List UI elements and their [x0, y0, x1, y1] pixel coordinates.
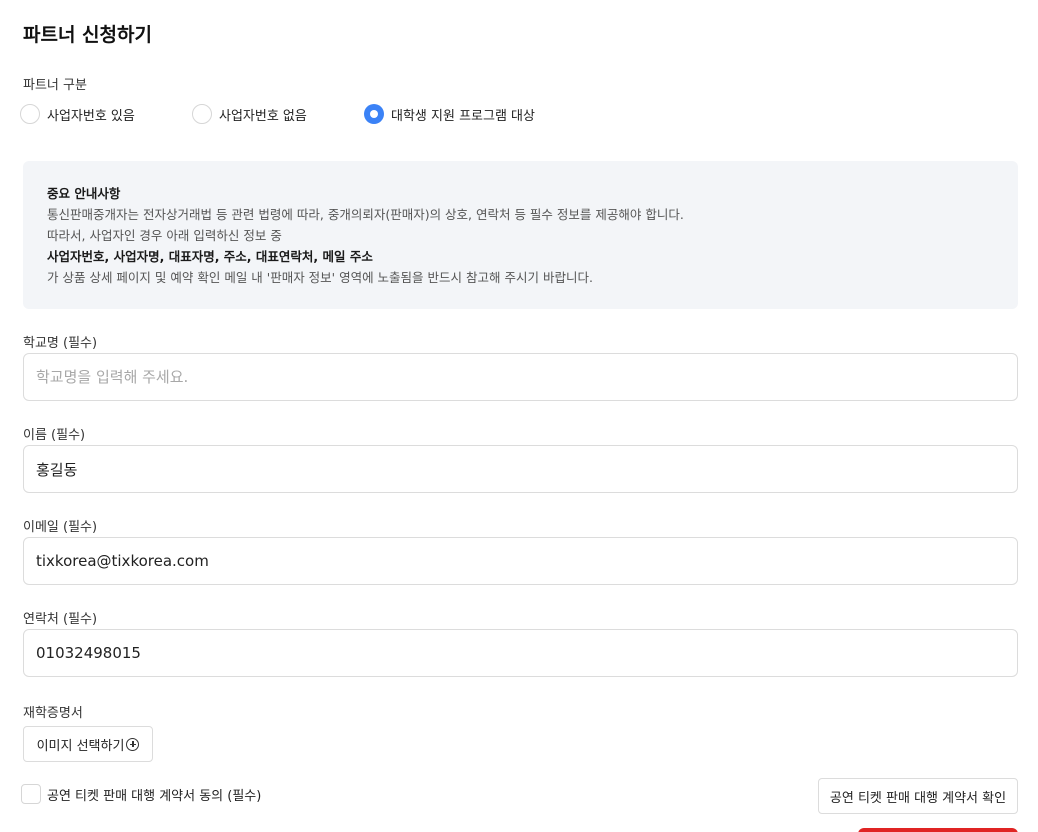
checkbox-box[interactable] — [21, 784, 41, 804]
email-label: 이메일 (필수) — [23, 520, 98, 535]
agreement-label: 공연 티켓 판매 대행 계약서 동의 (필수) — [47, 788, 262, 804]
radio-circle[interactable] — [192, 104, 212, 124]
radio-business-number-no[interactable]: 사업자번호 없음 — [192, 104, 307, 124]
agreement-checkbox[interactable]: 공연 티켓 판매 대행 계약서 동의 (필수) — [21, 784, 261, 804]
page-title: 파트너 신청하기 — [23, 24, 152, 46]
select-image-button-label: 이미지 선택하기 — [36, 738, 125, 754]
view-contract-button[interactable]: 공연 티켓 판매 대행 계약서 확인 — [818, 778, 1018, 814]
school-input[interactable] — [23, 353, 1018, 401]
notice-line: 통신판매중개자는 전자상거래법 등 관련 법령에 따라, 중개의뢰자(판매자)의… — [47, 207, 684, 222]
notice-line-emphasis: 사업자번호, 사업자명, 대표자명, 주소, 대표연락처, 메일 주소 — [47, 249, 373, 264]
radio-circle[interactable] — [20, 104, 40, 124]
radio-student-program[interactable]: 대학생 지원 프로그램 대상 — [364, 104, 535, 124]
notice-line: 따라서, 사업자인 경우 아래 입력하신 정보 중 — [47, 228, 282, 243]
radio-label: 사업자번호 없음 — [219, 108, 307, 124]
notice-title: 중요 안내사항 — [47, 186, 121, 201]
phone-input[interactable] — [23, 629, 1018, 677]
phone-label: 연락처 (필수) — [23, 612, 98, 627]
radio-business-number-yes[interactable]: 사업자번호 있음 — [20, 104, 135, 124]
submit-button[interactable] — [858, 828, 1018, 832]
radio-circle[interactable] — [364, 104, 384, 124]
certificate-label: 재학증명서 — [23, 706, 83, 721]
name-label: 이름 (필수) — [23, 428, 86, 443]
notice-box: 중요 안내사항 통신판매중개자는 전자상거래법 등 관련 법령에 따라, 중개의… — [23, 161, 1018, 309]
partner-type-label: 파트너 구분 — [23, 78, 87, 93]
select-image-button[interactable]: 이미지 선택하기 — [23, 726, 153, 762]
notice-line: 가 상품 상세 페이지 및 예약 확인 메일 내 '판매자 정보' 영역에 노출… — [47, 270, 593, 285]
plus-circle-icon — [126, 737, 140, 751]
email-input[interactable] — [23, 537, 1018, 585]
school-label: 학교명 (필수) — [23, 336, 98, 351]
name-input[interactable] — [23, 445, 1018, 493]
radio-label: 사업자번호 있음 — [47, 108, 135, 124]
radio-label: 대학생 지원 프로그램 대상 — [391, 108, 535, 124]
